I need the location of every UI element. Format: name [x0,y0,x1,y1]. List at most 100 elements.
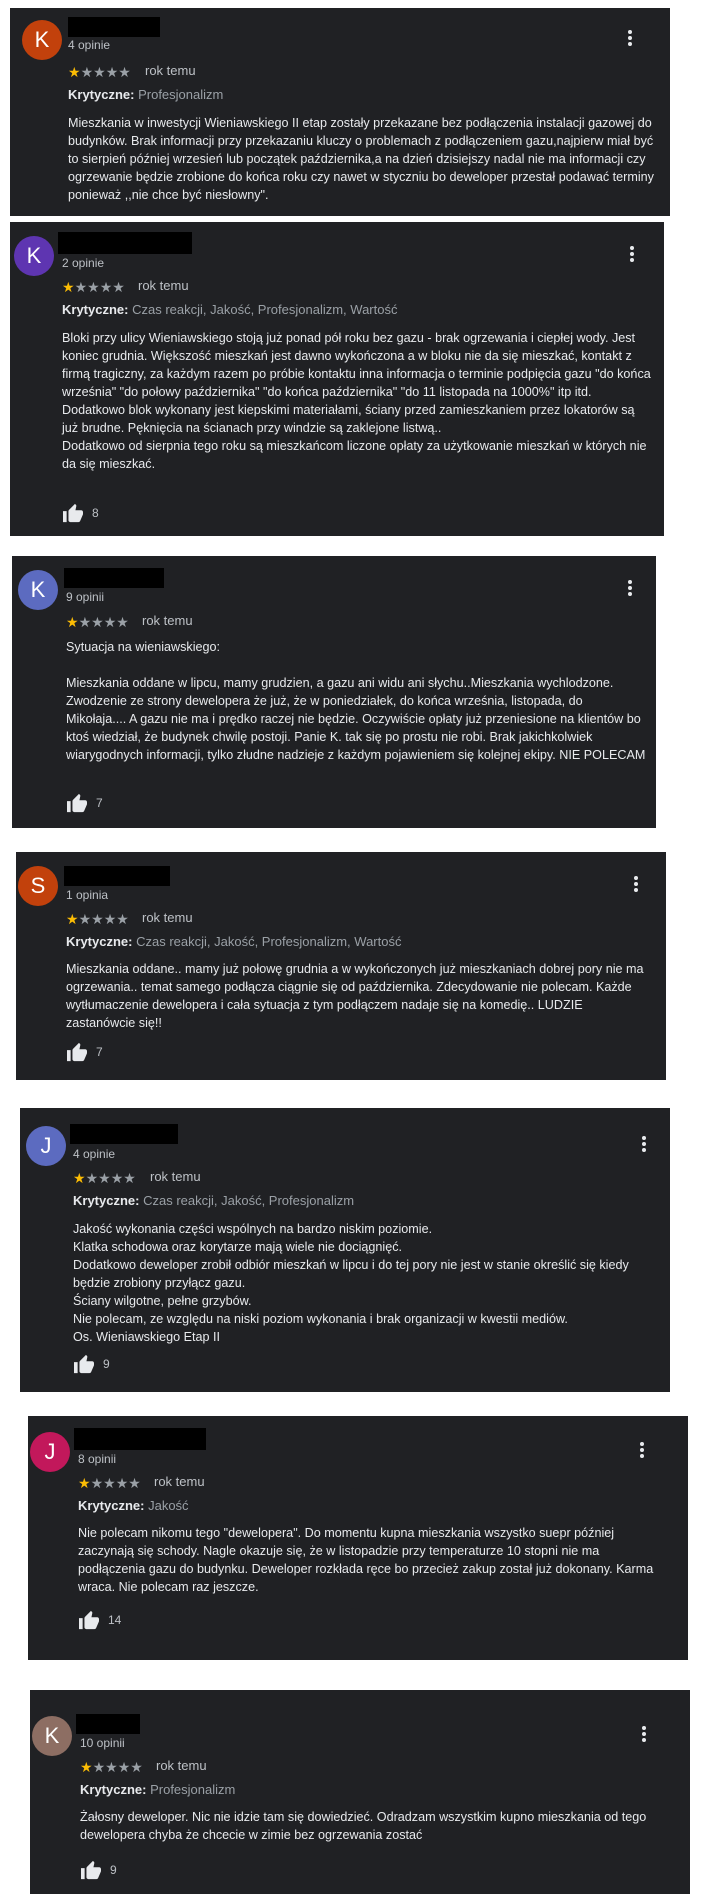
thumbs-up-icon [79,1610,99,1630]
more-options-icon[interactable] [620,578,640,600]
like-count: 9 [103,1357,110,1371]
like-button[interactable]: 8 [62,503,99,527]
avatar[interactable]: K [22,20,62,60]
star-filled-icon: ★ [62,279,75,295]
critical-aspects: Krytyczne: Jakość [78,1498,189,1513]
review-time: rok temu [138,278,189,293]
star-empty-icon: ★ [130,1759,143,1775]
avatar[interactable]: J [30,1432,70,1472]
star-empty-icon: ★ [103,911,117,927]
avatar[interactable]: S [18,866,58,906]
critical-label: Krytyczne: [66,934,133,949]
reviewer-name-redacted[interactable] [76,1714,140,1734]
review-text: Bloki przy ulicy Wieniawskiego stoją już… [62,331,651,471]
star-empty-icon: ★ [115,1475,129,1491]
review-card: K 9 opinii ★★★★★ rok temu Sytuacja na wi… [12,556,656,828]
star-rating: ★★★★★ [80,1759,143,1775]
critical-label: Krytyczne: [73,1193,140,1208]
like-button[interactable]: 9 [73,1354,110,1378]
reviewer-name-redacted[interactable] [74,1428,206,1450]
review-card: K 10 opinii ★★★★★ rok temu Krytyczne: Pr… [30,1690,690,1894]
critical-label: Krytyczne: [80,1782,147,1797]
review-card: J 4 opinie ★★★★★ rok temu Krytyczne: Cza… [20,1108,670,1392]
avatar[interactable]: K [14,236,54,276]
like-count: 7 [96,796,103,810]
review-card: S 1 opinia ★★★★★ rok temu Krytyczne: Cza… [16,852,666,1080]
review-text: Nie polecam nikomu tego "dewelopera". Do… [78,1526,654,1594]
critical-label: Krytyczne: [62,302,129,317]
reviewer-name-redacted[interactable] [64,568,164,588]
review-text: Jakość wykonania części wspólnych na bar… [73,1222,629,1344]
star-empty-icon: ★ [87,279,100,295]
more-options-icon[interactable] [634,1724,654,1746]
star-rating: ★★★★★ [66,911,129,927]
review-time: rok temu [142,910,193,925]
review-card: K 2 opinie ★★★★★ rok temu Krytyczne: Cza… [10,222,664,536]
star-empty-icon: ★ [116,614,129,630]
star-filled-icon: ★ [66,911,79,927]
star-empty-icon: ★ [91,614,104,630]
reviewer-name-redacted[interactable] [58,232,192,254]
star-empty-icon: ★ [91,911,104,927]
thumbs-up-icon [67,793,87,813]
thumbs-up-icon [63,503,83,523]
star-empty-icon: ★ [80,64,94,80]
critical-values: Profesjonalizm [138,87,224,102]
more-options-icon[interactable] [622,244,642,266]
reviewer-name-redacted[interactable] [68,17,160,37]
star-empty-icon: ★ [103,1475,116,1491]
star-empty-icon: ★ [118,64,131,80]
reviewer-review-count: 4 opinie [73,1147,116,1161]
avatar[interactable]: K [18,570,58,610]
critical-values: Czas reakcji, Jakość, Profesjonalizm, Wa… [132,302,398,317]
reviewer-review-count: 2 opinie [62,256,105,270]
critical-values: Profesjonalizm [150,1782,236,1797]
review-text: Żałosny deweloper. Nic nie idzie tam się… [80,1810,647,1842]
review-card: K 4 opinie ★★★★★ rok temu Krytyczne: Pro… [10,8,670,216]
critical-aspects: Krytyczne: Profesjonalizm [68,87,223,102]
more-options-icon[interactable] [626,874,646,896]
star-empty-icon: ★ [117,1759,131,1775]
like-count: 7 [96,1045,103,1059]
star-empty-icon: ★ [110,1170,124,1186]
star-filled-icon: ★ [66,614,79,630]
thumbs-up-icon [74,1354,94,1374]
like-button[interactable]: 7 [66,1042,103,1066]
star-empty-icon: ★ [105,64,119,80]
critical-aspects: Krytyczne: Czas reakcji, Jakość, Profesj… [73,1193,354,1208]
like-button[interactable]: 14 [78,1610,121,1634]
reviewer-review-count: 4 opinie [68,38,111,52]
like-button[interactable]: 7 [66,793,103,817]
like-count: 9 [110,1863,117,1877]
star-empty-icon: ★ [128,1475,141,1491]
reviewer-name-redacted[interactable] [70,1124,178,1144]
review-time: rok temu [145,63,196,78]
avatar[interactable]: J [26,1126,66,1166]
more-options-icon[interactable] [634,1134,654,1156]
star-empty-icon: ★ [74,279,88,295]
star-empty-icon: ★ [92,1759,106,1775]
star-empty-icon: ★ [99,279,113,295]
reviewer-review-count: 10 opinii [80,1736,125,1750]
review-text: Mieszkania w inwestycji Wieniawskiego II… [68,116,654,202]
avatar[interactable]: K [32,1716,72,1756]
review-card: J 8 opinii ★★★★★ rok temu Krytyczne: Jak… [28,1416,688,1660]
star-rating: ★★★★★ [68,64,131,80]
star-empty-icon: ★ [78,911,92,927]
like-count: 8 [92,506,99,520]
review-time: rok temu [142,613,193,628]
review-time: rok temu [156,1758,207,1773]
critical-aspects: Krytyczne: Profesjonalizm [80,1782,235,1797]
review-text: Sytuacja na wieniawskiego: Mieszkania od… [66,640,646,762]
more-options-icon[interactable] [620,28,640,50]
review-time: rok temu [150,1169,201,1184]
reviewer-name-redacted[interactable] [64,866,170,886]
review-time: rok temu [154,1474,205,1489]
thumbs-up-icon [81,1860,101,1880]
like-button[interactable]: 9 [80,1860,117,1884]
star-empty-icon: ★ [112,279,125,295]
star-empty-icon: ★ [116,911,129,927]
star-empty-icon: ★ [93,64,106,80]
more-options-icon[interactable] [632,1440,652,1462]
star-empty-icon: ★ [90,1475,104,1491]
